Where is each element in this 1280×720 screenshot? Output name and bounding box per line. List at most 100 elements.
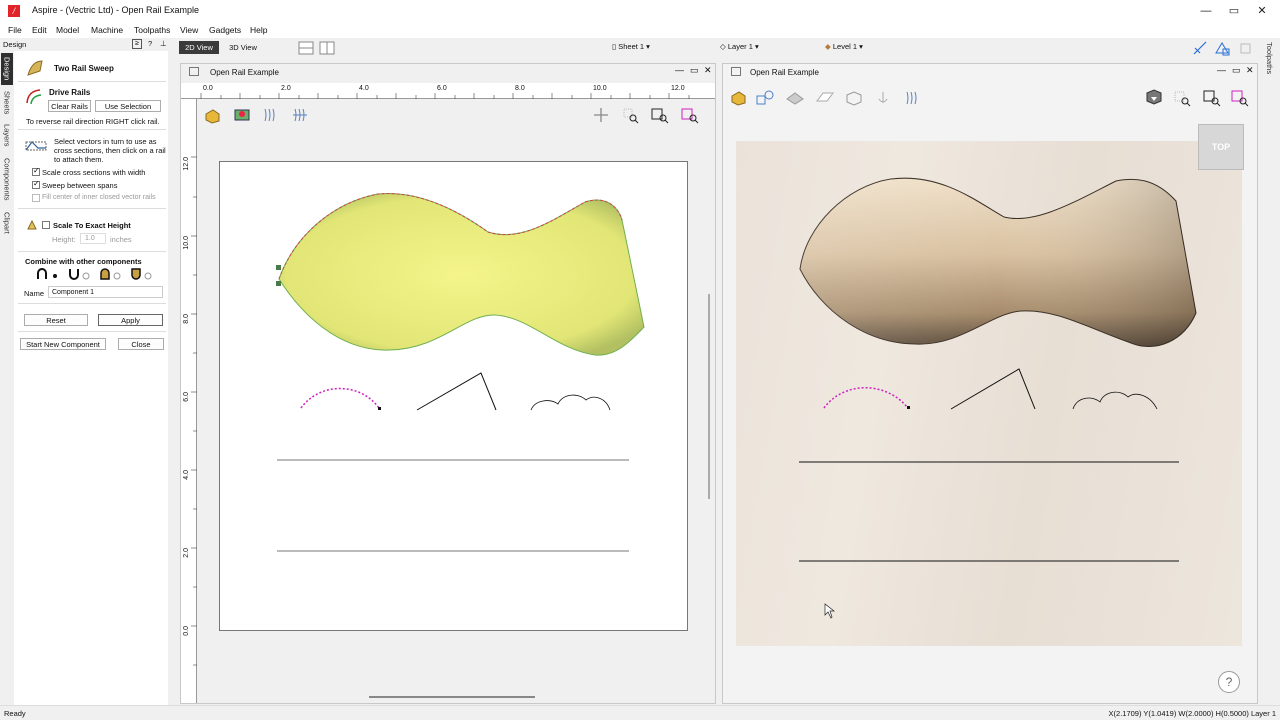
vertical-scrollbar[interactable] [708,294,710,499]
view-3d-minimize[interactable]: — [1217,65,1226,75]
view-3d-window: Open Rail Example — ▭ ✕ TOP ? [722,63,1258,704]
cross-section-arc[interactable] [300,387,380,409]
window-doc-icon [731,67,741,76]
fill-center-checkbox[interactable] [32,194,40,202]
view-2d-minimize[interactable]: — [675,65,684,75]
3d-arc-endpoint [907,406,910,409]
sweep-preview-shape[interactable] [278,193,645,356]
menu-model[interactable]: Model [56,25,79,35]
scale-width-checkbox[interactable] [32,166,40,176]
side-tab-strip: Design Sheets Layers Components Clipart [0,51,14,241]
tab-3d-view[interactable]: 3D View [224,41,262,54]
level-dropdown[interactable]: ◆ Level 1 ▾ [825,42,863,51]
layer-dropdown[interactable]: ◇ Layer 1 ▾ [720,42,759,51]
ruler-top-label: 0.0 [203,85,213,92]
menu-edit[interactable]: Edit [32,25,47,35]
window-doc-icon [189,67,199,76]
layer-label: Layer 1 [727,42,753,51]
rail-start-handle[interactable] [276,265,281,270]
cross-section-hint-2: cross sections, then click on a rail [54,146,166,155]
menu-bar: File Edit Model Machine Toolpaths View G… [0,22,1280,38]
restore-button[interactable]: ▭ [1226,3,1242,19]
toolpaths-tab[interactable]: Toolpaths [1262,40,1280,120]
two-rail-sweep-icon [27,60,43,76]
rail-end-handle[interactable] [276,281,281,286]
apply-button[interactable]: Apply [98,314,163,326]
ruler-top-label: 4.0 [359,85,369,92]
view-3d-zoom-icons[interactable] [1143,88,1251,108]
tab-components[interactable]: Components [1,153,13,205]
component-name-input[interactable]: Component 1 [48,286,163,298]
close-form-button[interactable]: Close [118,338,164,350]
menu-machine[interactable]: Machine [91,25,123,35]
ruler-left-label: 4.0 [183,470,190,480]
cross-section-triangle[interactable] [416,372,497,411]
3d-cross-section-triangle [950,368,1036,410]
view-toolbar: 2D View 3D View ▯ Sheet 1 ▾ ◇ Layer 1 ▾ … [0,38,1280,58]
status-ready: Ready [4,709,26,718]
tab-sheets[interactable]: Sheets [1,89,13,117]
tab-layers[interactable]: Layers [1,121,13,149]
shape-highlight [800,178,1196,347]
arc-endpoint-handle [378,407,381,410]
combine-title: Combine with other components [25,257,142,266]
3d-preview[interactable] [736,141,1242,646]
snap-toolbar-icons[interactable] [1192,40,1256,56]
horizontal-scrollbar[interactable] [369,696,535,698]
3d-cross-section-wave [1072,391,1158,410]
sweep-spans-checkbox[interactable] [32,179,40,189]
cross-section-wave[interactable] [530,394,611,411]
ruler-top-label: 10.0 [593,85,607,92]
view-cube-top-button[interactable]: TOP [1198,124,1244,170]
tab-clipart[interactable]: Clipart [1,209,13,237]
3d-cross-section-arc [823,387,909,409]
scale-exact-height-label: Scale To Exact Height [53,221,131,230]
tab-design[interactable]: Design [1,53,13,85]
sweep-spans-label: Sweep between spans [42,181,118,190]
view-3d-maximize[interactable]: ▭ [1232,65,1241,76]
menu-file[interactable]: File [8,25,22,35]
use-selection-button[interactable]: Use Selection [95,100,161,112]
view-2d-maximize[interactable]: ▭ [690,65,699,76]
tab-2d-view[interactable]: 2D View [179,41,219,54]
level-label: Level 1 [832,42,858,51]
material-block[interactable] [736,141,1242,646]
menu-help[interactable]: Help [250,25,267,35]
ruler-left-label: 12.0 [183,157,190,171]
clear-rails-button[interactable]: Clear Rails [48,100,91,112]
view-3d-display-icons[interactable] [729,89,925,107]
close-button[interactable]: ✕ [1254,3,1270,19]
vector-drawing[interactable] [220,162,689,632]
view-2d-close[interactable]: ✕ [704,65,712,76]
cross-section-icon [25,141,47,151]
combine-mode-options[interactable] [34,267,158,281]
menu-gadgets[interactable]: Gadgets [209,25,241,35]
reset-button[interactable]: Reset [24,314,88,326]
sheet-dropdown[interactable]: ▯ Sheet 1 ▾ [612,42,650,51]
menu-view[interactable]: View [180,25,198,35]
panel-help-icon[interactable]: ? [148,39,152,48]
panel-pin-icon[interactable]: ⊥ [160,39,167,48]
menu-toolpaths[interactable]: Toolpaths [134,25,170,35]
height-label: Height: [52,235,76,244]
design-panel-title: Design [3,40,27,49]
name-label: Name [24,289,45,298]
view-3d-close[interactable]: ✕ [1246,65,1254,76]
view-2d-title: Open Rail Example [210,68,279,77]
view-2d-shading-icons[interactable] [203,106,313,124]
ruler-top-label: 2.0 [281,85,291,92]
drawing-sheet[interactable] [219,161,688,631]
split-view-icons[interactable] [298,41,338,55]
height-input[interactable]: 1.0 [80,233,106,244]
toolpaths-tab-label: Toolpaths [1265,42,1274,75]
divider [18,331,166,332]
help-button[interactable]: ? [1218,671,1240,693]
scale-width-label: Scale cross sections with width [42,168,146,177]
view-2d-zoom-icons[interactable] [591,106,703,124]
panel-collapse-icon[interactable]: ≥ [132,39,142,49]
window-title: Aspire - (Vectric Ltd) - Open Rail Examp… [32,5,200,15]
scale-exact-height-checkbox[interactable] [42,221,50,229]
minimize-button[interactable]: — [1198,3,1214,19]
start-new-component-button[interactable]: Start New Component [20,338,106,350]
cross-section-hint-1: Select vectors in turn to use as [54,137,157,146]
